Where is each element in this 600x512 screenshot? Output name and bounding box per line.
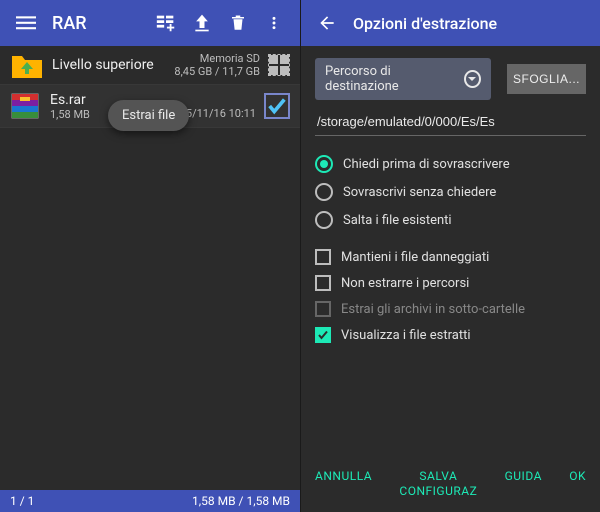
left-status-bar: 1 / 1 1,58 MB / 1,58 MB <box>0 490 300 512</box>
check-keep-broken[interactable]: Mantieni i file danneggiati <box>315 244 586 270</box>
parent-folder-label: Livello superiore <box>52 57 170 73</box>
app-title: RAR <box>52 13 87 34</box>
radio-icon <box>315 155 333 173</box>
view-grid-icon[interactable] <box>268 54 290 76</box>
checkbox-icon <box>315 275 331 291</box>
right-appbar: Opzioni d'estrazione <box>301 0 600 46</box>
destination-dropdown[interactable]: Percorso di destinazione <box>315 58 491 100</box>
storage-size: 8,45 GB / 11,7 GB <box>174 65 260 78</box>
delete-icon[interactable] <box>220 5 256 41</box>
dialog-actions: ANNULLA SALVACONFIGURAZ GUIDA OK <box>301 457 600 512</box>
extract-icon[interactable] <box>184 5 220 41</box>
left-appbar: RAR <box>0 0 300 46</box>
check-subfolders: Estrai gli archivi in sotto-cartelle <box>315 296 586 322</box>
dialog-title: Opzioni d'estrazione <box>353 14 497 33</box>
storage-label: Memoria SD <box>200 52 260 65</box>
parent-folder-row[interactable]: Livello superiore Memoria SD 8,45 GB / 1… <box>0 46 300 85</box>
extract-tooltip: Estrai file <box>108 100 189 131</box>
file-checkbox[interactable] <box>264 93 290 119</box>
back-icon[interactable] <box>309 5 345 41</box>
check-no-paths[interactable]: Non estrarre i percorsi <box>315 270 586 296</box>
radio-overwrite[interactable]: Sovrascrivi senza chiedere <box>315 178 586 206</box>
path-input[interactable] <box>315 110 586 136</box>
radio-ask-overwrite[interactable]: Chiedi prima di sovrascrivere <box>315 150 586 178</box>
chevron-down-icon <box>464 70 481 88</box>
ok-button[interactable]: OK <box>569 469 586 498</box>
file-date: 15/11/16 10:11 <box>180 107 256 120</box>
save-config-button[interactable]: SALVACONFIGURAZ <box>399 469 477 498</box>
menu-icon[interactable] <box>8 5 44 41</box>
archive-add-icon[interactable] <box>148 5 184 41</box>
browse-button[interactable]: SFOGLIA... <box>507 64 586 94</box>
folder-up-icon <box>10 52 42 78</box>
selection-count: 1 / 1 <box>10 494 34 508</box>
rar-file-icon <box>10 91 40 121</box>
more-icon[interactable] <box>256 5 292 41</box>
radio-icon <box>315 183 333 201</box>
cancel-button[interactable]: ANNULLA <box>315 469 372 498</box>
selection-size: 1,58 MB / 1,58 MB <box>192 494 290 508</box>
help-button[interactable]: GUIDA <box>505 469 542 498</box>
radio-skip[interactable]: Salta i file esistenti <box>315 206 586 234</box>
checkbox-icon <box>315 301 331 317</box>
checkbox-icon <box>315 249 331 265</box>
radio-icon <box>315 211 333 229</box>
check-show-extracted[interactable]: Visualizza i file estratti <box>315 322 586 348</box>
checkbox-icon <box>315 327 331 343</box>
destination-label: Percorso di destinazione <box>325 64 458 94</box>
